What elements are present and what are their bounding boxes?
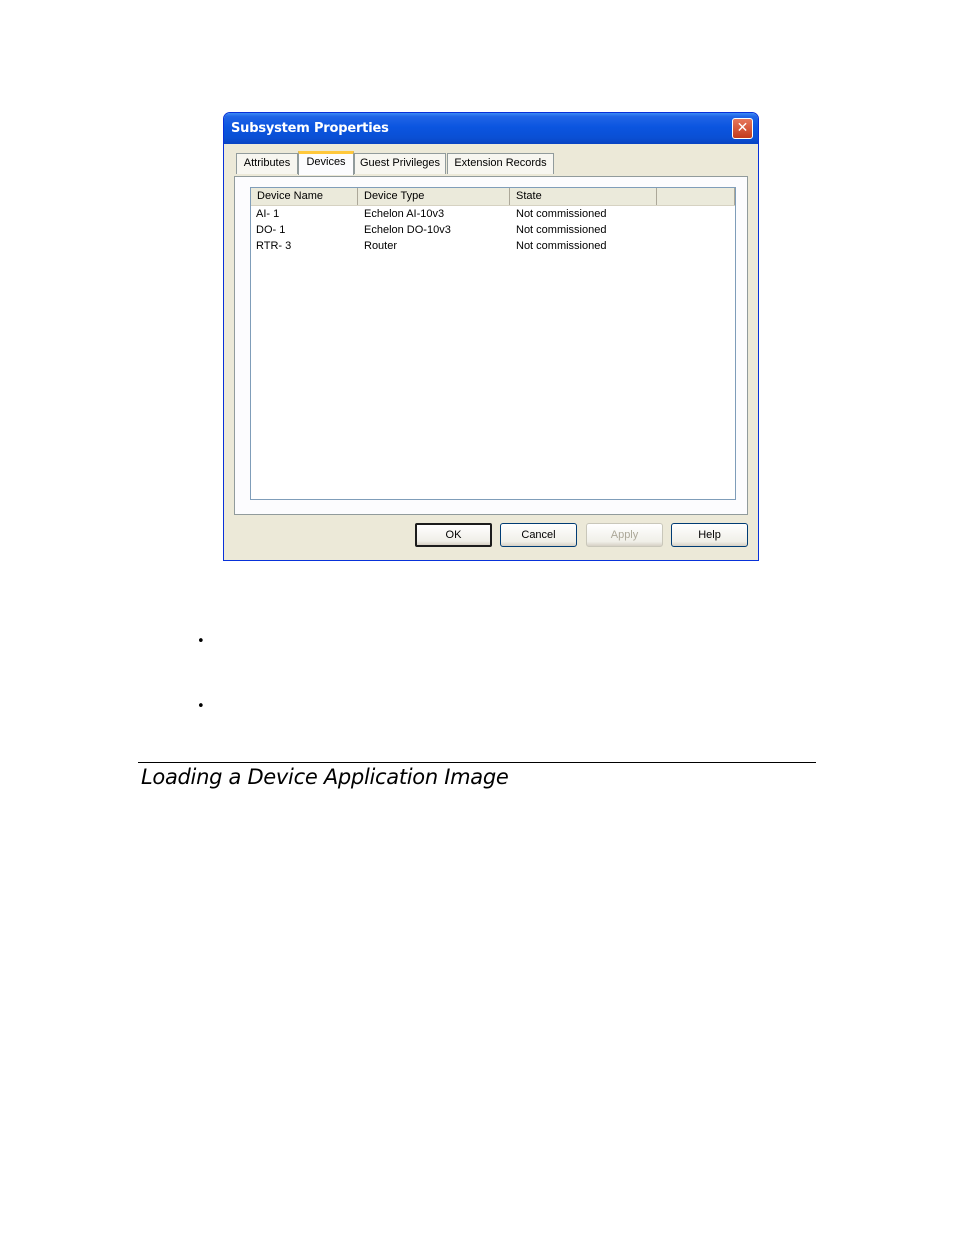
state-cell: Not commissioned — [516, 240, 607, 252]
cancel-button[interactable]: Cancel — [500, 523, 577, 547]
device-name-cell: AI- 1 — [256, 208, 280, 220]
tab-extension-records[interactable]: Extension Records — [447, 153, 554, 174]
device-name-cell: DO- 1 — [256, 224, 286, 236]
device-type-cell: Echelon DO-10v3 — [364, 224, 451, 236]
close-button[interactable]: ✕ — [732, 118, 753, 139]
column-header-device-name[interactable]: Device Name — [251, 188, 358, 205]
tab-label: Attributes — [243, 157, 291, 169]
dialog-title: Subsystem Properties — [231, 121, 389, 136]
ok-button[interactable]: OK — [415, 523, 492, 547]
state-cell: Not commissioned — [516, 224, 607, 236]
help-button[interactable]: Help — [671, 523, 748, 547]
column-header-blank[interactable] — [657, 188, 735, 205]
close-icon: ✕ — [736, 120, 749, 136]
tab-label: Extension Records — [454, 157, 547, 169]
list-header: Device Name Device Type State — [251, 188, 735, 206]
section-divider — [138, 762, 816, 763]
bullet-point: • — [197, 634, 205, 649]
device-name-cell: RTR- 3 — [256, 240, 292, 252]
tab-label: Devices — [306, 156, 346, 168]
devices-list[interactable]: Device Name Device Type State AI- 1 Eche… — [250, 187, 736, 500]
tab-devices[interactable]: Devices — [298, 151, 354, 175]
bullet-point: • — [197, 699, 205, 714]
apply-button[interactable]: Apply — [586, 523, 663, 547]
table-row[interactable]: DO- 1 Echelon DO-10v3 Not commissioned — [251, 222, 735, 238]
tab-guest-privileges[interactable]: Guest Privileges — [354, 153, 446, 174]
tab-attributes[interactable]: Attributes — [236, 153, 298, 174]
table-row[interactable]: RTR- 3 Router Not commissioned — [251, 238, 735, 254]
device-type-cell: Echelon AI-10v3 — [364, 208, 445, 220]
tab-label: Guest Privileges — [359, 157, 441, 169]
subsystem-properties-dialog: Subsystem Properties ✕ Attributes Device… — [223, 112, 759, 561]
table-row[interactable]: AI- 1 Echelon AI-10v3 Not commissioned — [251, 206, 735, 222]
title-bar[interactable]: Subsystem Properties ✕ — [224, 113, 758, 144]
column-header-device-type[interactable]: Device Type — [358, 188, 510, 205]
column-header-state[interactable]: State — [510, 188, 657, 205]
device-type-cell: Router — [364, 240, 398, 252]
state-cell: Not commissioned — [516, 208, 607, 220]
devices-tab-panel: Device Name Device Type State AI- 1 Eche… — [234, 176, 748, 515]
section-heading: Loading a Device Application Image — [141, 765, 509, 789]
